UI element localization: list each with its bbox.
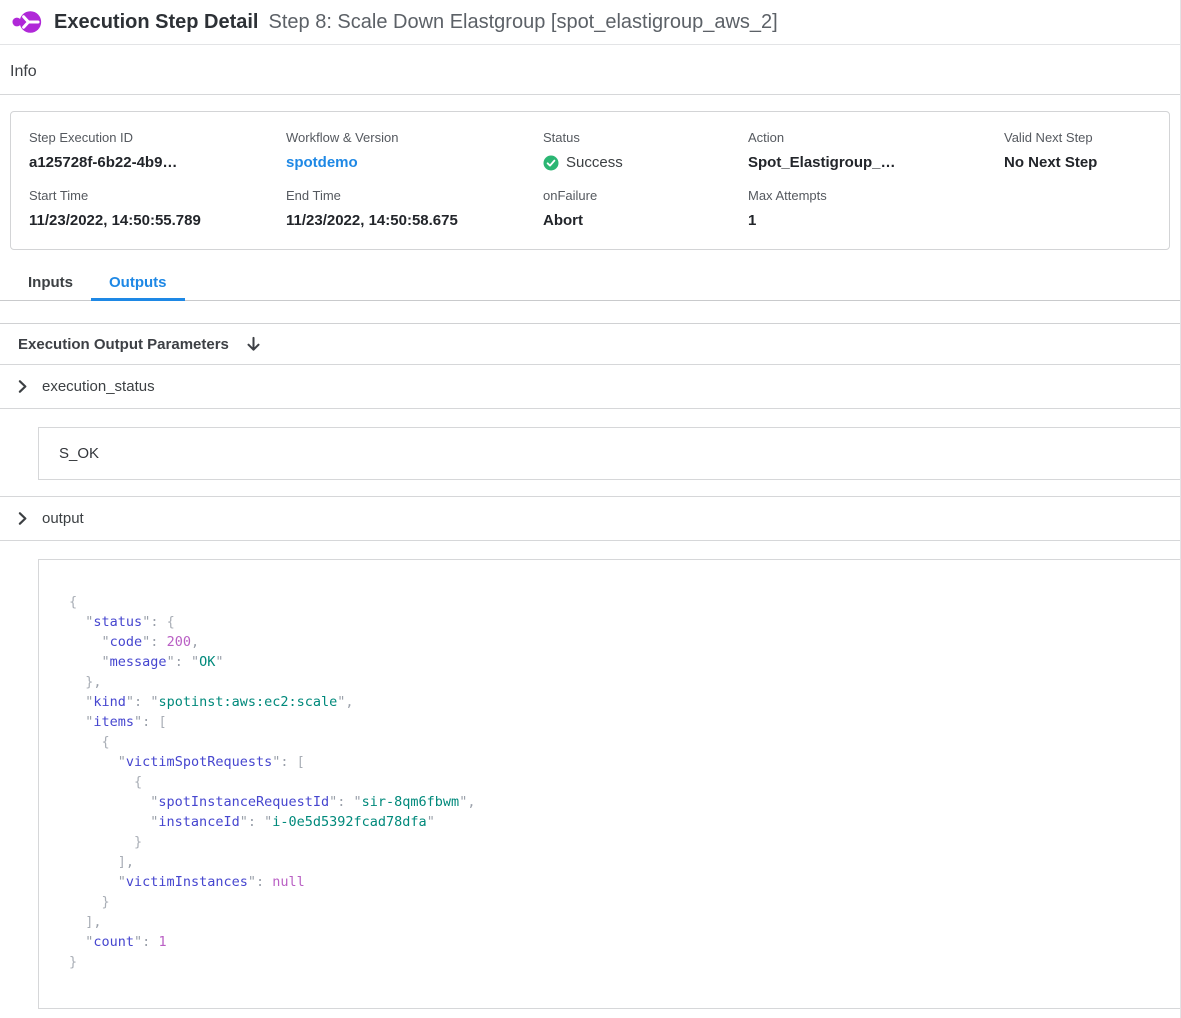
chevron-right-icon	[16, 380, 29, 393]
output-parameters-title: Execution Output Parameters	[18, 336, 229, 353]
info-field-step-execution-id: Step Execution ID a125728f-6b22-4b9…	[29, 130, 286, 171]
page-title: Execution Step Detail	[54, 11, 259, 34]
expander-label: output	[42, 510, 84, 527]
info-field-value: 11/23/2022, 14:50:55.789	[29, 212, 286, 229]
output-json-code: { "status": { "code": 200, "message": "O…	[69, 592, 1180, 972]
info-field-onfailure: onFailure Abort	[543, 188, 748, 229]
info-field-label: Valid Next Step	[1004, 130, 1169, 145]
page-header: Execution Step Detail Step 8: Scale Down…	[0, 0, 1180, 45]
info-field-max-attempts: Max Attempts 1	[748, 188, 1004, 229]
tab-inputs[interactable]: Inputs	[10, 266, 91, 301]
info-section-label: Info	[10, 63, 1180, 81]
info-field-value: No Next Step	[1004, 154, 1169, 171]
info-field-value: a125728f-6b22-4b9…	[29, 154, 286, 171]
info-field-status: Status Success	[543, 130, 748, 171]
info-field-label: Start Time	[29, 188, 286, 203]
info-field-label: Step Execution ID	[29, 130, 286, 145]
info-field-label: Max Attempts	[748, 188, 1004, 203]
arrow-down-icon[interactable]	[245, 336, 262, 353]
execution-status-value-box: S_OK	[38, 427, 1180, 480]
info-field-label: End Time	[286, 188, 543, 203]
info-card: Step Execution ID a125728f-6b22-4b9… Wor…	[10, 111, 1170, 250]
info-field-start-time: Start Time 11/23/2022, 14:50:55.789	[29, 188, 286, 229]
status-badge: Success	[566, 154, 623, 171]
info-field-value: 1	[748, 212, 1004, 229]
info-field-workflow-version: Workflow & Version spotdemo	[286, 130, 543, 171]
output-json-box: { "status": { "code": 200, "message": "O…	[38, 559, 1180, 1009]
info-field-label: onFailure	[543, 188, 748, 203]
info-field-value: Spot_Elastigroup_…	[748, 154, 1004, 171]
page-subtitle: Step 8: Scale Down Elastgroup [spot_elas…	[269, 11, 778, 34]
chevron-right-icon	[16, 512, 29, 525]
outputs-tab-panel: Execution Output Parameters execution_st…	[0, 323, 1180, 1009]
expander-output[interactable]: output	[0, 497, 1180, 541]
tab-outputs[interactable]: Outputs	[91, 266, 185, 301]
app-logo-icon	[12, 9, 42, 35]
info-field-end-time: End Time 11/23/2022, 14:50:58.675	[286, 188, 543, 229]
info-field-label: Status	[543, 130, 748, 145]
success-check-icon	[543, 155, 559, 171]
info-field-valid-next-step: Valid Next Step No Next Step	[1004, 130, 1169, 171]
info-field-label: Workflow & Version	[286, 130, 543, 145]
info-field-value: Abort	[543, 212, 748, 229]
output-parameters-toolbar: Execution Output Parameters	[0, 324, 1180, 365]
expander-execution-status[interactable]: execution_status	[0, 365, 1180, 409]
tab-bar: Inputs Outputs	[0, 266, 1180, 301]
execution-status-value: S_OK	[59, 445, 99, 462]
info-field-value: 11/23/2022, 14:50:58.675	[286, 212, 543, 229]
expander-label: execution_status	[42, 378, 155, 395]
divider	[0, 94, 1180, 95]
info-field-label: Action	[748, 130, 1004, 145]
info-field-action: Action Spot_Elastigroup_…	[748, 130, 1004, 171]
workflow-link[interactable]: spotdemo	[286, 154, 358, 171]
